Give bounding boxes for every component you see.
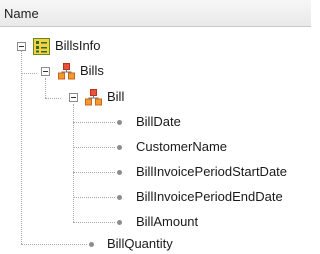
collapse-toggle-icon[interactable] [69,93,78,102]
tree-line-attr-4 [73,197,115,198]
collection-icon [85,89,102,109]
column-header[interactable]: Name [0,0,311,27]
tree-line-root-attr [21,244,87,245]
tree-line-root [21,51,22,244]
tree-line-attr-3 [73,172,115,173]
attribute-bullet-icon [117,120,122,125]
tree-line-attr-5 [73,222,115,223]
attribute-bullet-icon [117,145,122,150]
tree-view[interactable]: BillsInfo Bills Bill BillDate CustomerNa… [0,27,311,254]
tree-item-attribute[interactable]: CustomerName [136,139,227,155]
tree-line-attr-2 [73,147,115,148]
tree-line-bills-child [45,78,46,98]
collapse-toggle-icon[interactable] [41,67,50,76]
attribute-bullet-icon [117,170,122,175]
tree-line-bill [45,98,61,99]
collection-icon [58,63,75,83]
tree-item-attribute[interactable]: BillQuantity [107,236,173,252]
attribute-bullet-icon [89,242,94,247]
tree-item-attribute[interactable]: BillInvoicePeriodStartDate [136,164,287,180]
column-header-name: Name [4,6,39,21]
tree-line-bills [21,73,37,74]
collapse-toggle-icon[interactable] [17,42,26,51]
structure-root-icon [33,38,50,58]
tree-item-bills-label[interactable]: Bills [80,63,104,79]
tree-item-root-label[interactable]: BillsInfo [55,38,101,54]
attribute-bullet-icon [117,195,122,200]
tree-item-bill-label[interactable]: Bill [107,89,124,105]
tree-item-attribute[interactable]: BillDate [136,114,181,130]
attribute-bullet-icon [117,220,122,225]
tree-line-attr-1 [73,122,115,123]
tree-item-attribute[interactable]: BillAmount [136,214,198,230]
tree-item-attribute[interactable]: BillInvoicePeriodEndDate [136,189,283,205]
